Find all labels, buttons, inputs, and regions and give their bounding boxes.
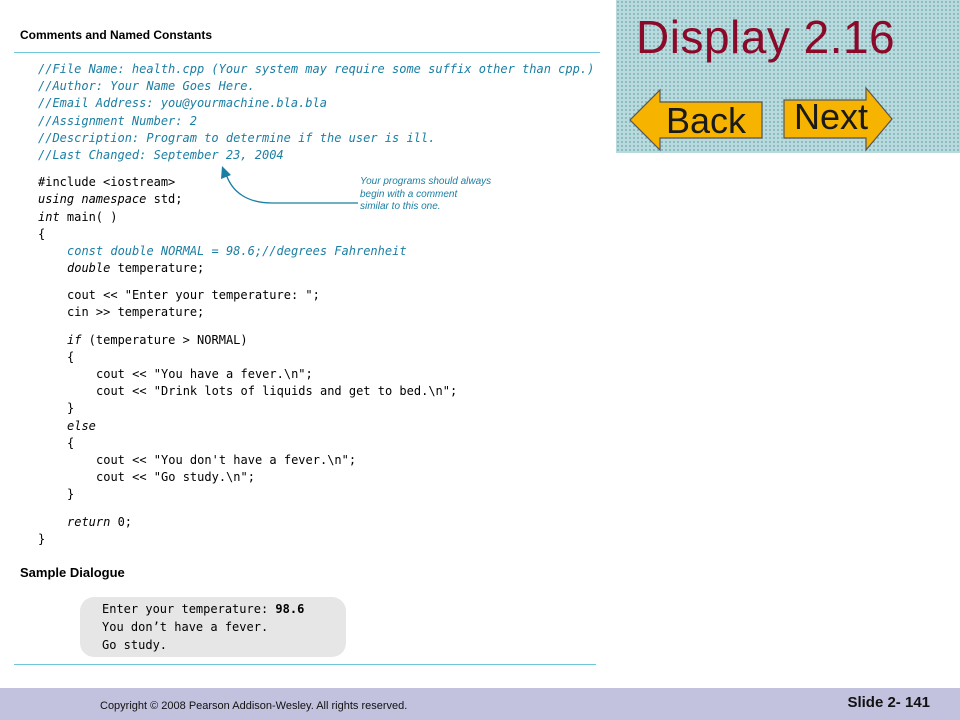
return-rest: 0; bbox=[110, 514, 133, 529]
section-title: Comments and Named Constants bbox=[20, 28, 213, 42]
double-rest: temperature; bbox=[110, 261, 205, 276]
int-keyword: int bbox=[38, 209, 60, 224]
dialogue-title: Sample Dialogue bbox=[20, 565, 125, 580]
dialogue-line: Enter your temperature: 98.6 bbox=[102, 602, 304, 616]
else-line: else bbox=[67, 418, 96, 433]
title-panel: Display 2.16 Back Next bbox=[616, 0, 960, 153]
if-keyword: if bbox=[67, 332, 82, 347]
close-brace-line: } bbox=[38, 531, 46, 546]
slide-title: Display 2.16 bbox=[636, 11, 896, 63]
cin-line: cin >> temperature; bbox=[67, 305, 205, 320]
annotation-arrow-icon bbox=[221, 166, 358, 204]
comment-line: //Description: Program to determine if t… bbox=[38, 130, 436, 145]
if-condition: (temperature > NORMAL) bbox=[81, 332, 248, 347]
using-rest: std; bbox=[146, 192, 183, 207]
comment-line: //Author: Your Name Goes Here. bbox=[38, 79, 255, 94]
double-keyword: double bbox=[67, 261, 111, 276]
cout-prompt-line: cout << "Enter your temperature: "; bbox=[67, 288, 320, 303]
dialogue-line: You don’t have a fever. bbox=[102, 620, 269, 634]
return-line: return 0; bbox=[38, 514, 594, 531]
footer-bar: Copyright © 2008 Pearson Addison-Wesley.… bbox=[0, 688, 960, 720]
open-brace-line: { bbox=[38, 226, 46, 241]
cout-drink-line: cout << "Drink lots of liquids and get t… bbox=[96, 384, 458, 399]
back-button[interactable]: Back bbox=[628, 88, 764, 152]
cout-nofever-line: cout << "You don't have a fever.\n"; bbox=[96, 452, 357, 467]
slide-number: Slide 2- 141 bbox=[847, 694, 930, 711]
annotation-note: Your programs should always begin with a… bbox=[360, 176, 520, 214]
using-keyword: using namespace bbox=[38, 192, 147, 207]
if-close-brace: } bbox=[67, 401, 75, 416]
if-line: if (temperature > NORMAL) bbox=[38, 332, 594, 349]
else-open-brace: { bbox=[67, 435, 75, 450]
bottom-divider bbox=[14, 664, 596, 665]
dialogue-user-input: 98.6 bbox=[275, 602, 305, 616]
code-listing: //File Name: health.cpp (Your system may… bbox=[38, 61, 594, 548]
dialogue-prompt: Enter your temperature: bbox=[102, 602, 276, 616]
comment-line: //File Name: health.cpp (Your system may… bbox=[38, 62, 595, 76]
const-line: const double NORMAL = 98.6;//degrees Fah… bbox=[67, 243, 407, 258]
cout-study-line: cout << "Go study.\n"; bbox=[96, 470, 255, 485]
annotation-line: begin with a comment bbox=[360, 188, 458, 200]
if-open-brace: { bbox=[67, 349, 75, 364]
dialogue-line: Go study. bbox=[102, 638, 168, 652]
comment-line: //Email Address: you@yourmachine.bla.bla bbox=[38, 96, 327, 111]
annotation-line: Your programs should always bbox=[360, 176, 492, 187]
back-button-label: Back bbox=[666, 100, 747, 141]
sample-dialogue-box: Enter your temperature: 98.6 You don’t h… bbox=[80, 597, 346, 657]
cout-fever-line: cout << "You have a fever.\n"; bbox=[96, 367, 313, 381]
double-line: double temperature; bbox=[38, 260, 594, 277]
return-keyword: return bbox=[67, 514, 111, 529]
next-button[interactable]: Next bbox=[782, 86, 894, 152]
top-divider bbox=[14, 52, 600, 53]
main-rest: main( ) bbox=[59, 209, 118, 224]
next-button-label: Next bbox=[794, 96, 869, 137]
else-close-brace: } bbox=[67, 487, 75, 502]
copyright-text: Copyright © 2008 Pearson Addison-Wesley.… bbox=[100, 700, 408, 712]
annotation-line: similar to this one. bbox=[360, 201, 441, 212]
comment-line: //Assignment Number: 2 bbox=[38, 113, 197, 128]
